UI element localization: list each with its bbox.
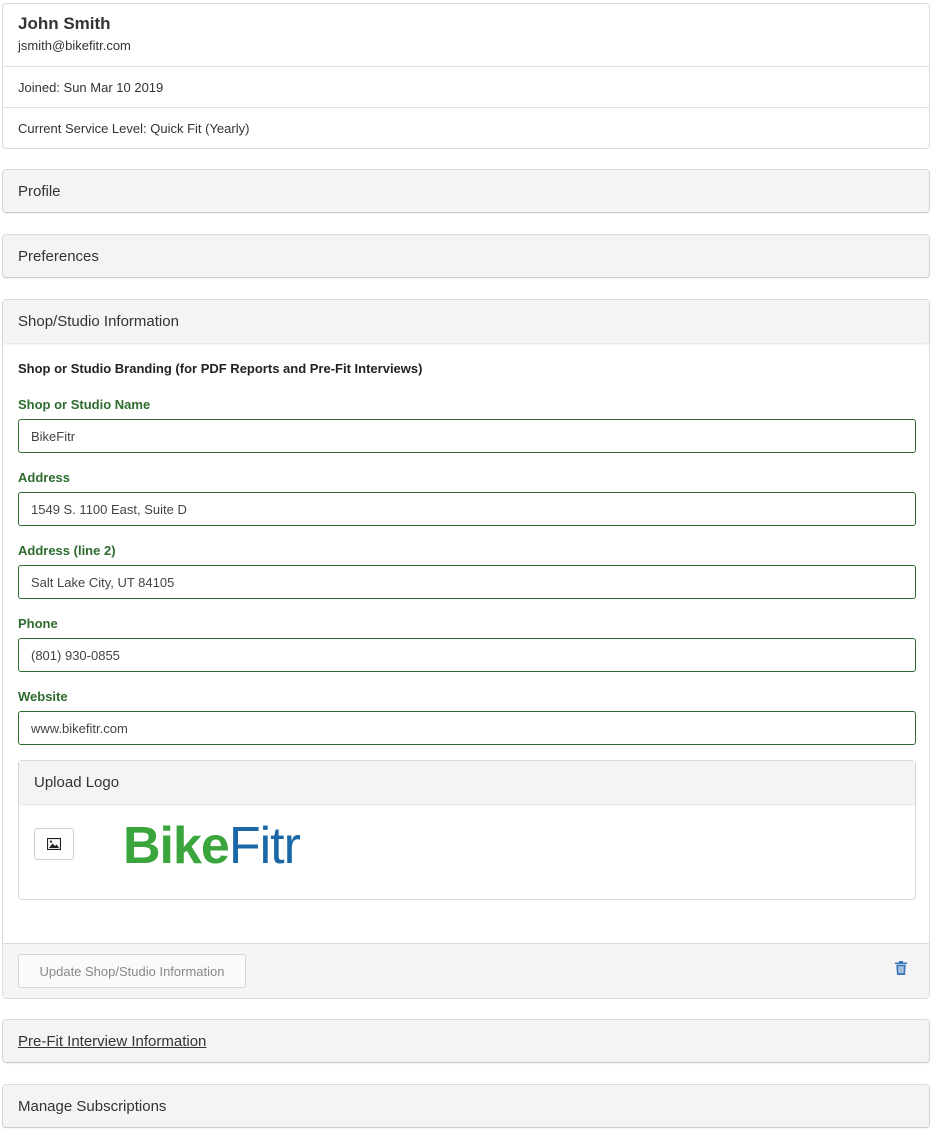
shop-name-input[interactable] [18, 419, 916, 453]
website-input[interactable] [18, 711, 916, 745]
upload-image-button[interactable] [34, 828, 74, 860]
prefit-panel: Pre-Fit Interview Information [2, 1019, 930, 1063]
shop-header[interactable]: Shop/Studio Information [3, 300, 929, 343]
prefit-header[interactable]: Pre-Fit Interview Information [3, 1020, 929, 1062]
subscriptions-panel: Manage Subscriptions [2, 1084, 930, 1128]
subscriptions-header[interactable]: Manage Subscriptions [3, 1085, 929, 1127]
user-card: John Smith jsmith@bikefitr.com Joined: S… [2, 3, 930, 149]
user-header: John Smith jsmith@bikefitr.com [3, 4, 929, 67]
upload-logo-header: Upload Logo [19, 761, 915, 804]
shop-panel: Shop/Studio Information Shop or Studio B… [2, 299, 930, 999]
shop-body: Shop or Studio Branding (for PDF Reports… [3, 343, 929, 900]
bikefitr-logo: BikeFitr [123, 817, 301, 875]
image-icon [47, 838, 61, 850]
address2-input[interactable] [18, 565, 916, 599]
phone-input[interactable] [18, 638, 916, 672]
address-label: Address [18, 470, 71, 485]
preferences-header[interactable]: Preferences [3, 235, 929, 277]
address2-label: Address (line 2) [18, 543, 116, 558]
trash-icon[interactable] [895, 961, 907, 980]
service-level: Current Service Level: Quick Fit (Yearly… [18, 121, 250, 136]
address-input[interactable] [18, 492, 916, 526]
phone-label: Phone [18, 616, 58, 631]
shop-footer: Update Shop/Studio Information [3, 943, 929, 998]
branding-title: Shop or Studio Branding (for PDF Reports… [18, 361, 423, 376]
upload-logo-panel: Upload Logo BikeFitr [18, 760, 916, 900]
website-label: Website [18, 689, 68, 704]
logo-body: BikeFitr [19, 804, 915, 899]
joined-date: Joined: Sun Mar 10 2019 [3, 67, 929, 108]
user-name: John Smith [18, 14, 111, 33]
preferences-panel: Preferences [2, 234, 930, 278]
update-shop-button[interactable]: Update Shop/Studio Information [18, 954, 246, 988]
shop-name-label: Shop or Studio Name [18, 397, 151, 412]
user-email: jsmith@bikefitr.com [18, 38, 131, 53]
profile-header[interactable]: Profile [3, 170, 929, 212]
profile-panel: Profile [2, 169, 930, 213]
